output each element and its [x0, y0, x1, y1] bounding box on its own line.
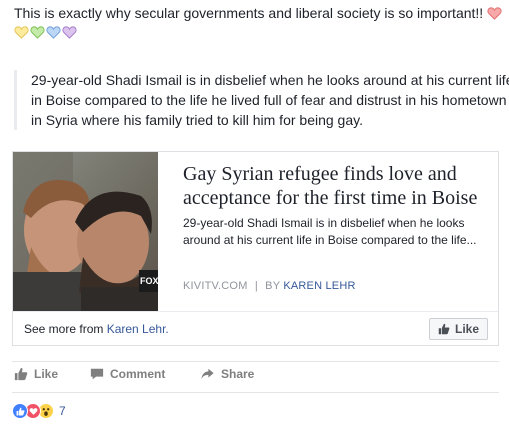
blue-heart-icon: [46, 26, 61, 39]
yellow-heart-icon: [14, 26, 29, 39]
article-domain: KIVITV.COM: [183, 280, 248, 292]
link-preview-card[interactable]: FOX Gay Syrian refugee finds love and ac…: [12, 151, 499, 346]
green-heart-icon: [30, 26, 45, 39]
article-description: 29-year-old Shadi Ismail is in disbelief…: [183, 216, 477, 247]
like-action-button[interactable]: Like: [14, 367, 58, 381]
share-action-label: Share: [221, 367, 255, 381]
card-footer: See more from Karen Lehr. Like: [13, 311, 498, 346]
page-like-label: Like: [454, 322, 479, 336]
station-logo: FOX: [140, 276, 158, 286]
share-action-button[interactable]: Share: [200, 367, 254, 381]
meta-separator: |: [254, 280, 258, 292]
purple-heart-icon: [62, 26, 77, 39]
comment-action-label: Comment: [110, 367, 166, 381]
red-heart-icon: [487, 7, 502, 20]
page-like-button[interactable]: Like: [428, 318, 488, 340]
comment-icon: [90, 368, 104, 380]
card-body[interactable]: Gay Syrian refugee finds love and accept…: [170, 152, 492, 311]
reaction-count[interactable]: 7: [59, 404, 66, 418]
see-more-prefix: See more from: [24, 322, 104, 336]
post-text: This is exactly why secular governments …: [14, 4, 506, 42]
like-action-label: Like: [34, 367, 59, 381]
article-author-link[interactable]: KAREN LEHR: [283, 280, 355, 292]
like-reaction-icon: [12, 403, 28, 419]
actions-divider-top: [12, 361, 499, 362]
share-icon: [201, 368, 214, 380]
article-meta: KIVITV.COM | BY KAREN LEHR: [183, 280, 356, 292]
article-photo: FOX: [13, 152, 158, 311]
article-title[interactable]: Gay Syrian refugee finds love and accept…: [183, 162, 493, 210]
like-icon: [14, 367, 28, 381]
see-more-from: See more from Karen Lehr.: [24, 322, 169, 336]
comment-action-button[interactable]: Comment: [90, 367, 165, 381]
actions-divider-bottom: [12, 392, 499, 393]
quoted-excerpt: 29-year-old Shadi Ismail is in disbelief…: [14, 70, 509, 130]
reactions-summary[interactable]: 7: [12, 400, 66, 422]
byline-prefix: BY: [265, 280, 281, 292]
see-more-author-link[interactable]: Karen Lehr.: [107, 322, 169, 336]
post-message: This is exactly why secular governments …: [14, 5, 484, 21]
article-thumbnail[interactable]: FOX: [13, 152, 158, 311]
thumbs-up-icon: [438, 323, 450, 335]
post-action-bar: Like Comment Share: [12, 363, 499, 389]
